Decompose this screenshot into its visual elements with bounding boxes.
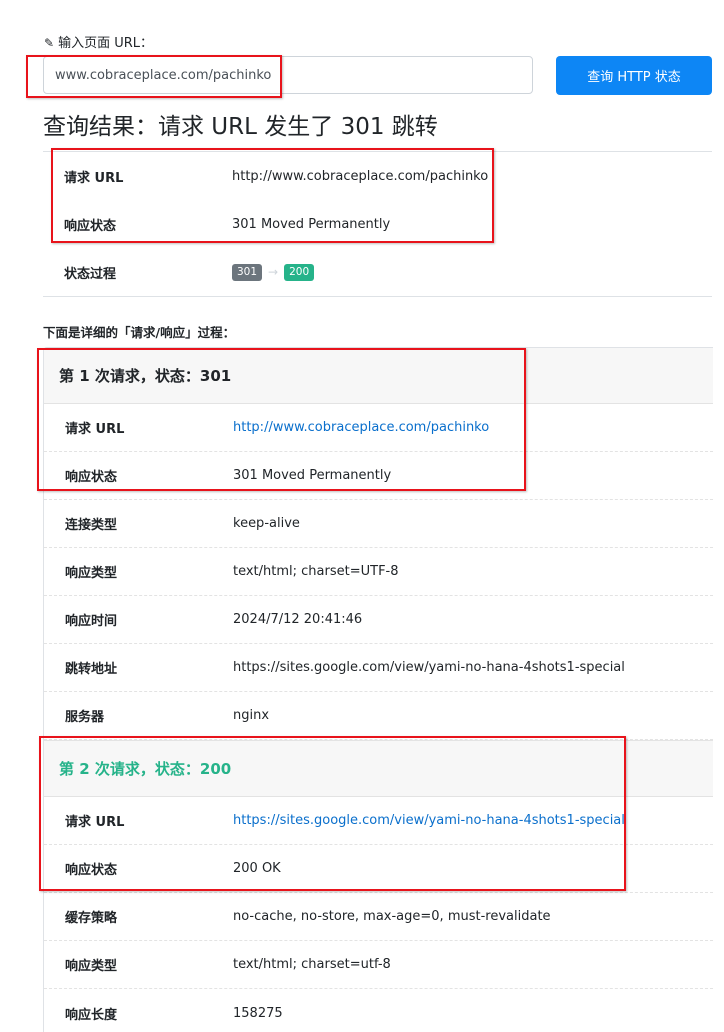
detail-key: 响应时间 bbox=[65, 614, 118, 629]
result-title: 查询结果：请求 URL 发生了 301 跳转 bbox=[43, 114, 438, 140]
detail-key: 连接类型 bbox=[65, 518, 118, 533]
detail-row: 响应类型 text/html; charset=utf-8 bbox=[44, 941, 713, 989]
summary-row-request-url: 请求 URL http://www.cobraceplace.com/pachi… bbox=[43, 152, 712, 200]
detail-value: text/html; charset=utf-8 bbox=[233, 957, 391, 972]
detail-key: 响应状态 bbox=[65, 863, 118, 878]
result-summary-table: 请求 URL http://www.cobraceplace.com/pachi… bbox=[43, 151, 712, 297]
detail-value: 301 Moved Permanently bbox=[233, 468, 392, 483]
page: ✎输入页面 URL： 查询 HTTP 状态 查询结果：请求 URL 发生了 30… bbox=[0, 0, 724, 1032]
detail-row: 响应状态 301 Moved Permanently bbox=[44, 452, 713, 500]
detail-key: 请求 URL bbox=[65, 422, 125, 437]
detail-row: 服务器 nginx bbox=[44, 692, 713, 740]
detail-row: 请求 URL http://www.cobraceplace.com/pachi… bbox=[44, 404, 713, 452]
detail-value: 200 OK bbox=[233, 861, 281, 876]
request-1-header: 第 1 次请求，状态：301 bbox=[44, 348, 713, 404]
detail-row: 缓存策略 no-cache, no-store, max-age=0, must… bbox=[44, 893, 713, 941]
detail-value: https://sites.google.com/view/yami-no-ha… bbox=[233, 660, 625, 675]
detail-value: keep-alive bbox=[233, 516, 300, 531]
detail-row: 跳转地址 https://sites.google.com/view/yami-… bbox=[44, 644, 713, 692]
detail-row: 响应状态 200 OK bbox=[44, 845, 713, 893]
summary-row-response-status: 响应状态 301 Moved Permanently bbox=[43, 200, 712, 248]
detail-row: 响应时间 2024/7/12 20:41:46 bbox=[44, 596, 713, 644]
detail-key: 响应状态 bbox=[65, 470, 118, 485]
summary-key: 响应状态 bbox=[64, 218, 117, 234]
status-chip-200: 200 bbox=[284, 263, 315, 281]
detail-key: 响应类型 bbox=[65, 959, 118, 974]
detail-heading: 下面是详细的「请求/响应」过程： bbox=[43, 325, 236, 340]
status-chip-301: 301 bbox=[232, 263, 263, 281]
detail-key: 服务器 bbox=[65, 710, 105, 725]
detail-value: no-cache, no-store, max-age=0, must-reva… bbox=[233, 909, 551, 924]
summary-row-status-process: 状态过程 301 → 200 bbox=[43, 248, 712, 296]
detail-value: nginx bbox=[233, 708, 270, 723]
detail-key: 跳转地址 bbox=[65, 662, 118, 677]
summary-key: 请求 URL bbox=[64, 170, 124, 186]
detail-value: 158275 bbox=[233, 1005, 283, 1021]
status-process-chain: 301 → 200 bbox=[232, 263, 712, 281]
detail-key: 缓存策略 bbox=[65, 911, 118, 926]
summary-key: 状态过程 bbox=[64, 266, 117, 282]
query-http-status-button[interactable]: 查询 HTTP 状态 bbox=[556, 56, 712, 95]
summary-value: http://www.cobraceplace.com/pachinko bbox=[232, 168, 489, 184]
detail-row: 响应类型 text/html; charset=UTF-8 bbox=[44, 548, 713, 596]
request-2-header: 第 2 次请求，状态：200 bbox=[44, 740, 713, 797]
detail-row: 响应长度 158275 bbox=[44, 989, 713, 1032]
detail-key: 响应长度 bbox=[65, 1007, 118, 1023]
detail-row: 连接类型 keep-alive bbox=[44, 500, 713, 548]
detail-row: 请求 URL https://sites.google.com/view/yam… bbox=[44, 797, 713, 845]
url-input-label-text: 输入页面 URL： bbox=[58, 36, 153, 51]
detail-key: 请求 URL bbox=[65, 815, 125, 830]
request-detail-card: 第 1 次请求，状态：301 请求 URL http://www.cobrace… bbox=[43, 347, 713, 1032]
url-input-label: ✎ 输入页面 URL： bbox=[44, 35, 153, 52]
detail-key: 响应类型 bbox=[65, 566, 118, 581]
request-2-url-link[interactable]: https://sites.google.com/view/yami-no-ha… bbox=[233, 813, 625, 828]
detail-value: text/html; charset=UTF-8 bbox=[233, 564, 399, 579]
summary-value: 301 Moved Permanently bbox=[232, 216, 391, 232]
detail-value: 2024/7/12 20:41:46 bbox=[233, 612, 363, 627]
url-input[interactable] bbox=[43, 56, 533, 94]
arrow-right-icon: → bbox=[268, 265, 279, 279]
request-1-url-link[interactable]: http://www.cobraceplace.com/pachinko bbox=[233, 420, 489, 435]
pencil-icon: ✎ bbox=[44, 36, 55, 50]
